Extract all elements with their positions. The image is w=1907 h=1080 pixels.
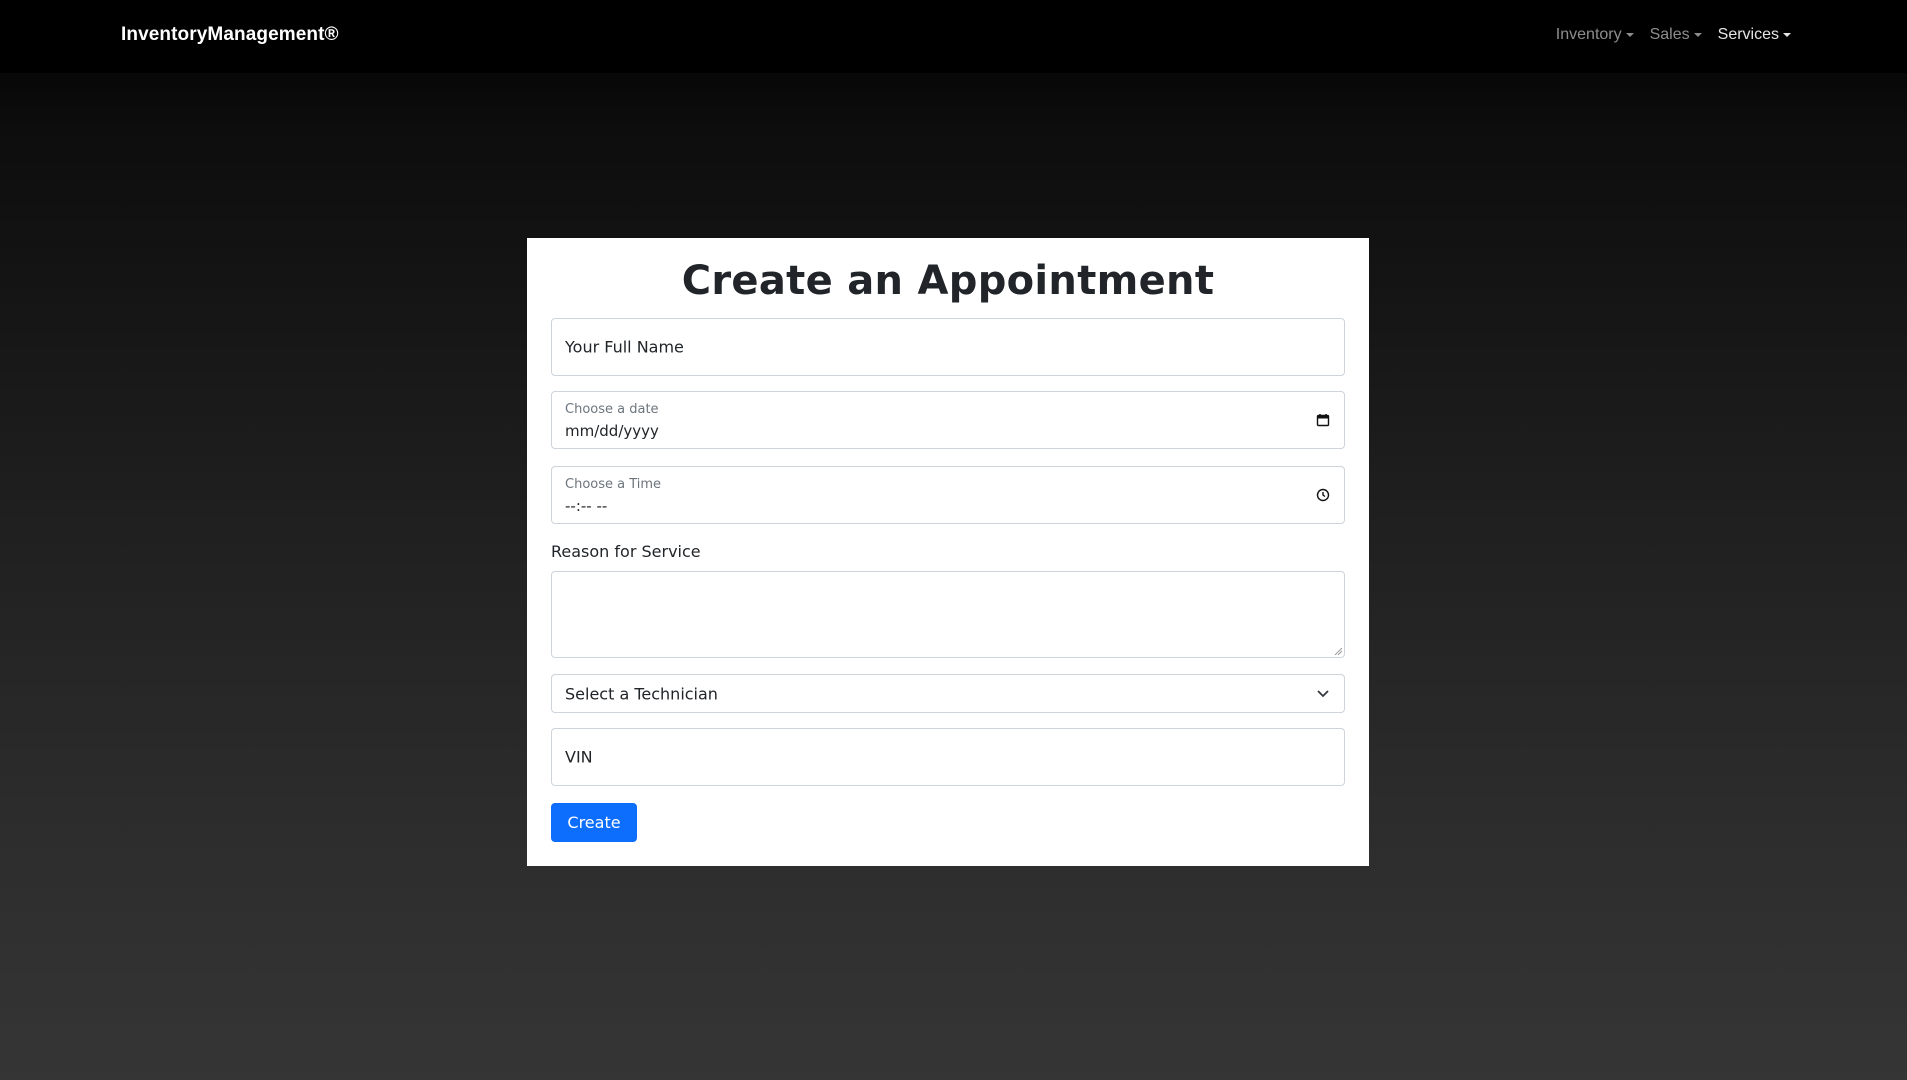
- caret-down-icon: [1783, 33, 1791, 37]
- nav-menu: Inventory Sales Services: [1556, 26, 1791, 44]
- resize-handle-icon[interactable]: [1334, 647, 1342, 655]
- nav-item-label: Services: [1717, 26, 1779, 43]
- time-value: --:-- --: [565, 497, 608, 515]
- nav-item-inventory[interactable]: Inventory: [1556, 26, 1634, 44]
- vin-input[interactable]: VIN: [551, 728, 1345, 786]
- chevron-down-icon: [1317, 689, 1329, 697]
- navbar: InventoryManagement® Inventory Sales Ser…: [0, 0, 1907, 73]
- technician-selected-value: Select a Technician: [565, 684, 718, 703]
- reason-label: Reason for Service: [551, 542, 701, 561]
- full-name-input[interactable]: Your Full Name: [551, 318, 1345, 376]
- appointment-form-card: Create an Appointment Your Full Name Cho…: [527, 238, 1369, 866]
- caret-down-icon: [1693, 33, 1702, 37]
- full-name-placeholder: Your Full Name: [565, 337, 684, 357]
- calendar-icon[interactable]: [1316, 413, 1330, 427]
- date-input[interactable]: Choose a date mm/dd/yyyy: [551, 391, 1345, 449]
- caret-down-icon: [1625, 33, 1634, 37]
- page-title: Create an Appointment: [681, 258, 1215, 304]
- vin-placeholder: VIN: [565, 747, 593, 767]
- clock-icon[interactable]: [1316, 488, 1330, 502]
- nav-item-sales[interactable]: Sales: [1650, 26, 1702, 44]
- nav-item-label: Sales: [1649, 26, 1690, 43]
- date-label: Choose a date: [565, 402, 659, 417]
- time-input[interactable]: Choose a Time --:-- --: [551, 466, 1345, 524]
- create-button[interactable]: Create: [551, 803, 637, 842]
- time-label: Choose a Time: [565, 477, 662, 492]
- date-value: mm/dd/yyyy: [565, 422, 659, 440]
- nav-item-label: Inventory: [1555, 26, 1622, 43]
- nav-item-services[interactable]: Services: [1718, 26, 1791, 44]
- brand-logo-text[interactable]: InventoryManagement®: [121, 24, 339, 46]
- reason-textarea[interactable]: [551, 571, 1345, 658]
- technician-select[interactable]: Select a Technician: [551, 674, 1345, 713]
